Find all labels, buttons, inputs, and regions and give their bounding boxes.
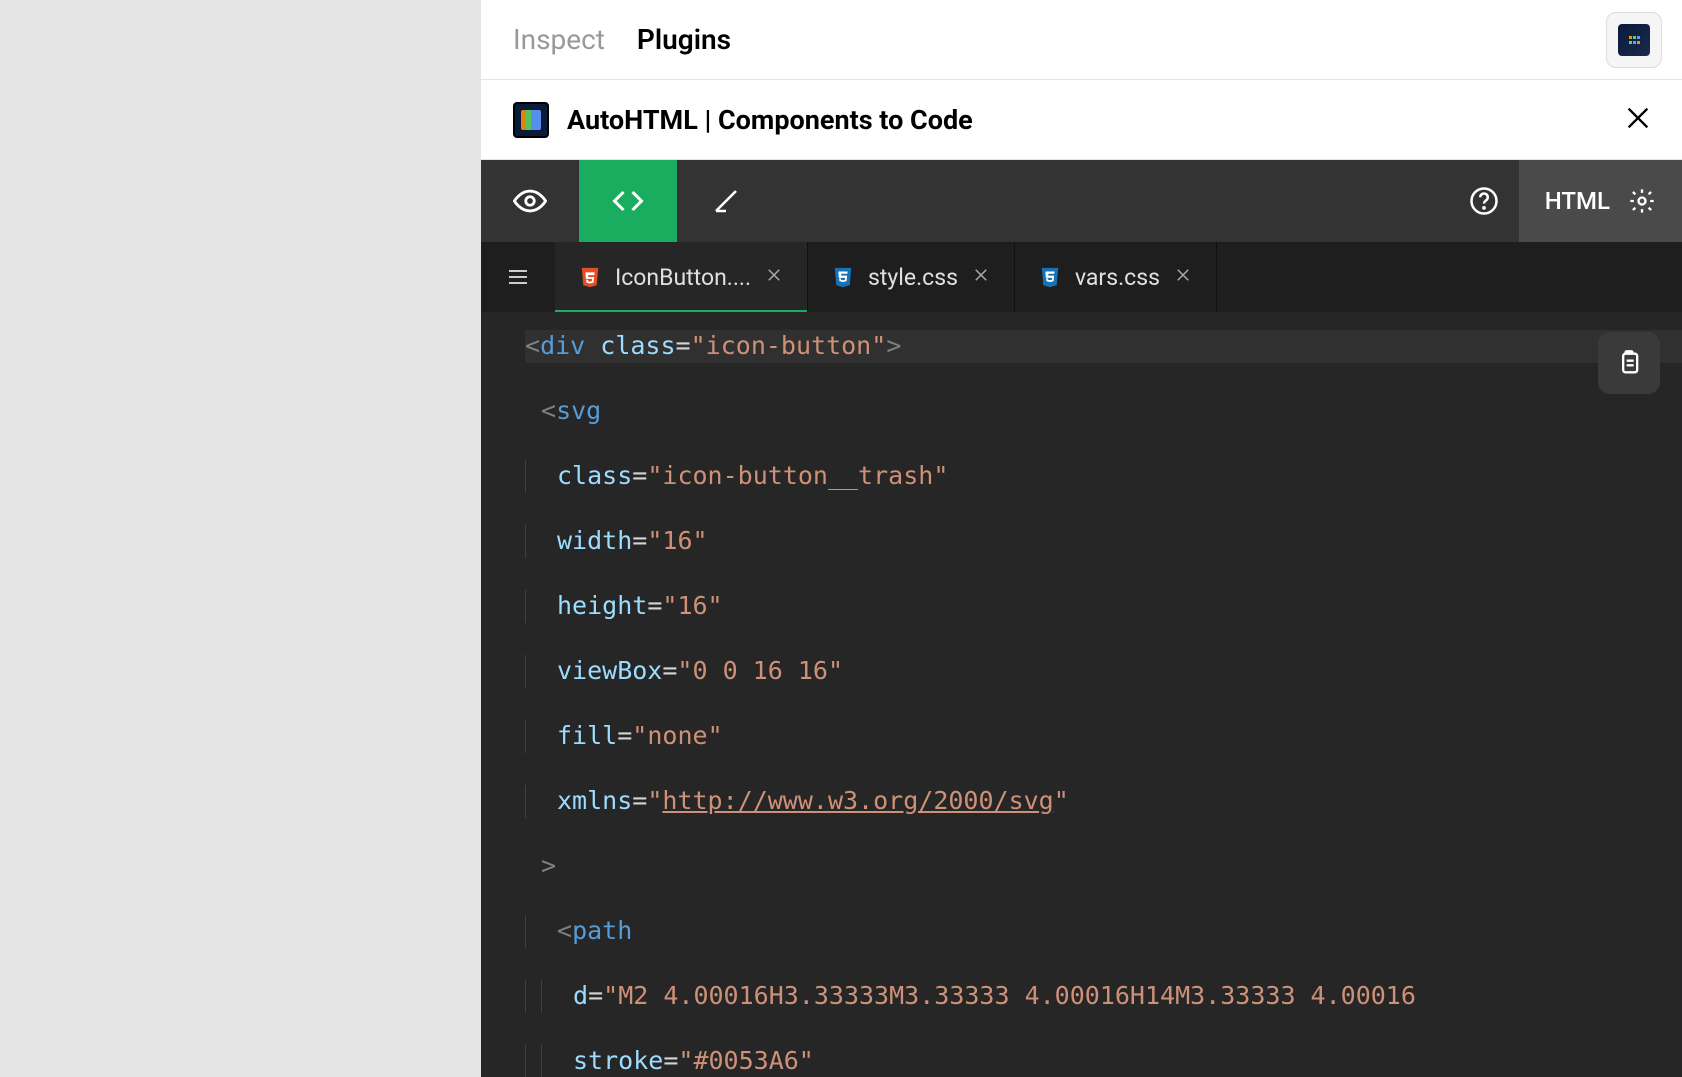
- css3-icon: [1039, 266, 1061, 288]
- code-content: <div class="icon-button"> <svg class="ic…: [481, 312, 1682, 1077]
- close-button[interactable]: [1624, 104, 1652, 136]
- file-tab-close[interactable]: [972, 266, 990, 288]
- preview-button[interactable]: [481, 160, 579, 242]
- file-tab-close[interactable]: [765, 266, 783, 288]
- close-icon: [765, 266, 783, 284]
- file-tabs: IconButton.... style.css vars.css: [481, 242, 1682, 312]
- copy-button[interactable]: [1598, 332, 1660, 394]
- plugin-launcher-icon: [1618, 24, 1650, 56]
- gear-icon: [1628, 187, 1656, 215]
- file-tab-label: vars.css: [1075, 264, 1160, 291]
- language-selector-label: HTML: [1545, 187, 1610, 215]
- file-tab-close[interactable]: [1174, 266, 1192, 288]
- file-tab-0[interactable]: IconButton....: [555, 242, 808, 312]
- file-menu-button[interactable]: [481, 242, 555, 312]
- code-icon: [610, 183, 646, 219]
- file-tab-label: style.css: [868, 264, 958, 291]
- inspector-panel: Inspect Plugins AutoHTML | Components to…: [481, 0, 1682, 1077]
- plugin-launcher-button[interactable]: [1606, 12, 1662, 68]
- plugin-logo-icon: [513, 102, 549, 138]
- canvas-panel: [0, 0, 481, 1077]
- edit-icon: [711, 186, 741, 216]
- help-icon: [1469, 186, 1499, 216]
- close-icon: [972, 266, 990, 284]
- code-editor[interactable]: <div class="icon-button"> <svg class="ic…: [481, 312, 1682, 1077]
- tab-inspect[interactable]: Inspect: [513, 23, 605, 56]
- top-tabs: Inspect Plugins: [481, 0, 1682, 80]
- html5-icon: [579, 266, 601, 288]
- css3-icon: [832, 266, 854, 288]
- close-icon: [1174, 266, 1192, 284]
- clipboard-icon: [1615, 349, 1643, 377]
- close-icon: [1624, 104, 1652, 132]
- plugin-title: AutoHTML | Components to Code: [567, 104, 973, 136]
- eye-icon: [513, 184, 547, 218]
- language-selector[interactable]: HTML: [1519, 160, 1682, 242]
- edit-button[interactable]: [677, 160, 775, 242]
- toolbar: HTML: [481, 160, 1682, 242]
- hamburger-icon: [506, 265, 530, 289]
- file-tab-label: IconButton....: [615, 264, 751, 291]
- file-tab-2[interactable]: vars.css: [1015, 242, 1217, 312]
- code-button[interactable]: [579, 160, 677, 242]
- tab-plugins[interactable]: Plugins: [637, 23, 731, 56]
- plugin-header: AutoHTML | Components to Code: [481, 80, 1682, 160]
- help-button[interactable]: [1449, 160, 1519, 242]
- file-tab-1[interactable]: style.css: [808, 242, 1015, 312]
